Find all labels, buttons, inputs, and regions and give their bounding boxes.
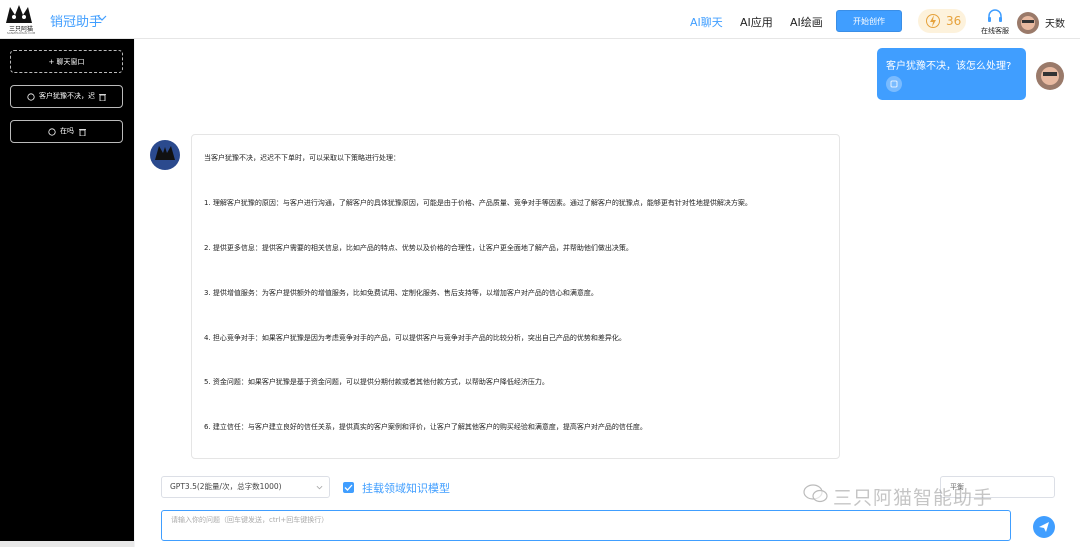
user-message-avatar — [1036, 62, 1064, 90]
bot-message-line: 5. 资金问题：如果客户犹豫是基于资金问题，可以提供分期付款或者其他付款方式，以… — [204, 378, 549, 386]
bot-message-line: 1. 理解客户犹豫的原因：与客户进行沟通，了解客户的具体犹豫原因，可能是由于价格… — [204, 199, 752, 207]
cat-logo-icon — [6, 5, 32, 23]
bot-message-line: 当客户犹豫不决，迟迟不下单时，可以采取以下策略进行处理： — [204, 154, 400, 162]
sidebar-footer — [0, 541, 134, 547]
model-select-value: GPT3.5(2能量/次，总字数1000) — [170, 482, 282, 491]
sidebar-history-item[interactable]: 客户犹豫不决，迟 — [10, 85, 123, 108]
headset-icon — [988, 9, 1002, 22]
bot-message-line: 6. 建立信任：与客户建立良好的信任关系，提供真实的客户案例和评价，让客户了解其… — [204, 423, 647, 431]
knowledge-checkbox[interactable] — [343, 482, 354, 493]
trash-icon[interactable] — [99, 93, 106, 101]
start-creating-button[interactable]: 开始创作 — [836, 10, 902, 32]
message-input[interactable]: 请输入你的问题（回车键发送，ctrl+回车键换行） — [161, 510, 1011, 541]
avatar-face-icon — [1036, 62, 1064, 90]
send-icon — [1039, 522, 1049, 532]
user-message-text: 客户犹豫不决，该怎么处理? — [886, 61, 1012, 72]
top-header: 三只阿猫 SANZHIAMAO.COM 销冠助手 AI聊天 AI应用 AI绘画 … — [0, 0, 1080, 39]
model-select[interactable]: GPT3.5(2能量/次，总字数1000) — [161, 476, 330, 498]
energy-points[interactable]: 36 — [918, 9, 966, 33]
message-input-placeholder: 请输入你的问题（回车键发送，ctrl+回车键换行） — [171, 516, 329, 524]
copy-icon — [890, 80, 898, 88]
lightning-icon — [926, 14, 940, 28]
send-button[interactable] — [1033, 516, 1055, 538]
chat-bubble-icon — [27, 93, 35, 101]
copy-button[interactable] — [886, 76, 902, 92]
online-service[interactable]: 在线客服 — [978, 7, 1012, 35]
logo-subtext: SANZHIAMAO.COM — [6, 31, 36, 35]
brand-logo[interactable]: 三只阿猫 SANZHIAMAO.COM — [4, 3, 35, 35]
user-avatar[interactable] — [1017, 12, 1039, 34]
knowledge-label[interactable]: 挂载领域知识模型 — [362, 480, 450, 496]
chat-area: 客户犹豫不决，该怎么处理? 当客户犹豫不决，迟迟不下单时，可以采取以下策略进行处… — [135, 39, 1080, 547]
nav-ai-drawing[interactable]: AI绘画 — [790, 14, 823, 30]
sidebar-history-item[interactable]: 在吗 — [10, 120, 123, 143]
bot-message-line: 3. 提供增值服务：为客户提供额外的增值服务，比如免费试用、定制化服务、售后支持… — [204, 289, 598, 297]
cat-logo-icon — [155, 146, 175, 160]
chat-bubble-icon — [48, 128, 56, 136]
avatar-face-icon — [1017, 12, 1039, 34]
bot-avatar — [150, 140, 180, 170]
bot-message-line: 4. 担心竞争对手：如果客户犹豫是因为考虑竞争对手的产品，可以提供客户与竞争对手… — [204, 334, 626, 342]
chevron-down-icon[interactable] — [97, 13, 107, 23]
app-title[interactable]: 销冠助手 — [50, 11, 102, 30]
user-message-bubble: 客户犹豫不决，该怎么处理? — [877, 48, 1026, 100]
history-label: 客户犹豫不决，迟 — [39, 92, 95, 100]
chevron-down-icon — [316, 485, 323, 490]
new-chat-button[interactable]: + 聊天窗口 — [10, 50, 123, 73]
trash-icon[interactable] — [79, 128, 86, 136]
bot-message-card: 当客户犹豫不决，迟迟不下单时，可以采取以下策略进行处理： 1. 理解客户犹豫的原… — [191, 134, 840, 459]
user-name[interactable]: 天数 — [1045, 15, 1065, 30]
history-label: 在吗 — [60, 127, 74, 135]
bot-message-line: 2. 提供更多信息：提供客户需要的相关信息，比如产品的特点、优势以及价格的合理性… — [204, 244, 633, 252]
sidebar: + 聊天窗口 客户犹豫不决，迟 在吗 — [0, 39, 134, 541]
wechat-icon — [803, 484, 828, 503]
points-value: 36 — [946, 14, 962, 28]
nav-ai-apps[interactable]: AI应用 — [740, 14, 773, 30]
watermark-text: 三只阿猫智能助手 — [833, 487, 994, 509]
nav-ai-chat[interactable]: AI聊天 — [690, 14, 723, 30]
check-icon — [344, 484, 353, 491]
service-label: 在线客服 — [981, 27, 1009, 35]
